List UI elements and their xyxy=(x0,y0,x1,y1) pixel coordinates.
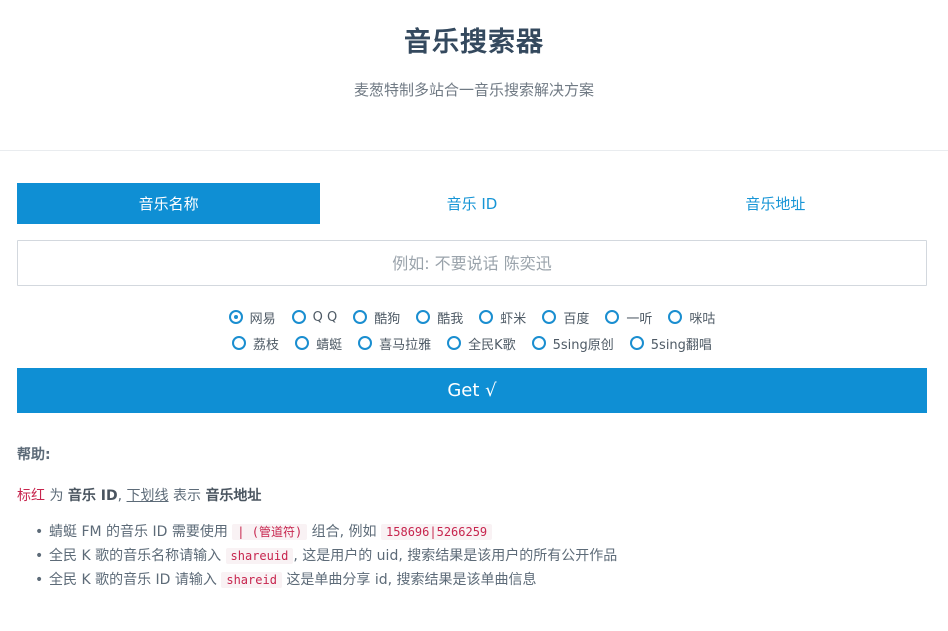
search-form: 音乐名称 音乐 ID 音乐地址 网易 Q Q 酷狗 酷我 虾米 百度 一听 咪咕 荔枝 蜻蜓 喜马… xyxy=(17,183,927,592)
radio-circle-icon[interactable] xyxy=(531,336,546,350)
radio-circle-icon[interactable] xyxy=(416,310,431,324)
search-box xyxy=(17,240,927,286)
radio-circle-icon[interactable] xyxy=(668,310,683,324)
source-radio[interactable]: 全民K歌 xyxy=(447,334,516,353)
source-radio[interactable]: 荔枝 xyxy=(232,334,279,353)
radio-circle-icon[interactable] xyxy=(232,336,247,350)
source-radio[interactable]: 5sing翻唱 xyxy=(629,334,712,353)
help-legend: 标红 为 音乐 ID, 下划线 表示 音乐地址 xyxy=(17,485,927,505)
help-item-code: | (管道符) xyxy=(232,524,308,540)
tab-music-url[interactable]: 音乐地址 xyxy=(624,183,927,224)
radio-circle-icon[interactable] xyxy=(358,336,373,350)
legend-music-url: 音乐地址 xyxy=(205,488,262,504)
source-radio-label: 咪咕 xyxy=(689,311,716,327)
tab-music-id[interactable]: 音乐 ID xyxy=(320,183,623,224)
source-radio-label: 5sing原创 xyxy=(552,337,614,353)
help-list: 蜻蜓 FM 的音乐 ID 需要使用 | (管道符) 组合, 例如 158696|… xyxy=(17,520,927,592)
radio-circle-icon[interactable] xyxy=(629,336,644,350)
radio-circle-icon[interactable] xyxy=(605,310,620,324)
source-radio[interactable]: 酷我 xyxy=(416,308,463,327)
radio-circle-icon[interactable] xyxy=(295,336,310,350)
source-radio[interactable]: 5sing原创 xyxy=(531,334,614,353)
source-radio-label: 虾米 xyxy=(500,311,527,327)
source-radio[interactable]: 一听 xyxy=(605,308,652,327)
get-button[interactable]: Get √ xyxy=(17,368,927,413)
legend-sep: , xyxy=(117,488,127,504)
legend-red-text: 标红 xyxy=(17,488,45,504)
page-subtitle: 麦葱特制多站合一音乐搜索解决方案 xyxy=(353,81,594,99)
source-radio[interactable]: 咪咕 xyxy=(668,308,715,327)
source-radio[interactable]: 喜马拉雅 xyxy=(358,334,431,353)
help-item-text: , 这是用户的 uid, 搜索结果是该用户的所有公开作品 xyxy=(293,548,618,564)
help-item-text: 全民 K 歌的音乐名称请输入 xyxy=(49,548,226,564)
radio-circle-icon[interactable] xyxy=(291,310,306,324)
help-item: 蜻蜓 FM 的音乐 ID 需要使用 | (管道符) 组合, 例如 158696|… xyxy=(35,520,927,544)
source-radio-label: 喜马拉雅 xyxy=(379,337,432,353)
source-radio-label: 荔枝 xyxy=(253,337,280,353)
source-radio-label: 蜻蜓 xyxy=(316,337,343,353)
radio-circle-icon[interactable] xyxy=(447,336,462,350)
page-header: 音乐搜索器 麦葱特制多站合一音乐搜索解决方案 xyxy=(0,0,948,151)
source-row-1: 网易 Q Q 酷狗 酷我 虾米 百度 一听 咪咕 xyxy=(17,304,927,330)
source-radio[interactable]: 酷狗 xyxy=(353,308,400,327)
legend-underline-text: 下划线 xyxy=(126,488,169,504)
help-item-text: 蜻蜓 FM 的音乐 ID 需要使用 xyxy=(49,524,233,540)
source-radio[interactable]: 蜻蜓 xyxy=(295,334,342,353)
radio-circle-icon[interactable] xyxy=(542,310,557,324)
help-item-code: shareid xyxy=(221,572,282,588)
source-radio-label: 酷狗 xyxy=(374,311,401,327)
help-item: 全民 K 歌的音乐 ID 请输入 shareid 这是单曲分享 id, 搜索结果… xyxy=(35,568,927,592)
legend-means-text: 表示 xyxy=(168,488,206,504)
source-radio-group: 网易 Q Q 酷狗 酷我 虾米 百度 一听 咪咕 荔枝 蜻蜓 喜马拉雅 全民K歌 5sing原创 5si… xyxy=(17,304,927,356)
source-radio-label: 一听 xyxy=(626,311,653,327)
source-radio-label: 网易 xyxy=(249,311,276,327)
tab-music-name[interactable]: 音乐名称 xyxy=(17,183,321,224)
radio-circle-icon[interactable] xyxy=(228,310,243,324)
help-item-code: shareuid xyxy=(225,548,294,564)
source-radio-label: 5sing翻唱 xyxy=(650,337,712,353)
source-radio[interactable]: 虾米 xyxy=(479,308,526,327)
source-radio[interactable]: 网易 xyxy=(228,308,276,327)
help-item-text: 这是单曲分享 id, 搜索结果是该单曲信息 xyxy=(281,572,537,588)
search-input[interactable] xyxy=(18,241,926,285)
help-section: 帮助: 标红 为 音乐 ID, 下划线 表示 音乐地址 蜻蜓 FM 的音乐 ID… xyxy=(17,444,927,592)
legend-is-text: 为 xyxy=(45,488,68,504)
source-radio[interactable]: Q Q xyxy=(291,309,338,325)
help-item-code: 158696|5266259 xyxy=(381,524,493,540)
source-radio-label: 百度 xyxy=(563,311,590,327)
help-item-text: 组合, 例如 xyxy=(307,524,382,540)
search-type-tabs: 音乐名称 音乐 ID 音乐地址 xyxy=(17,183,927,224)
page-title: 音乐搜索器 xyxy=(404,27,544,58)
source-radio-label: 全民K歌 xyxy=(468,337,516,353)
help-title: 帮助: xyxy=(17,447,51,463)
help-item-text: 全民 K 歌的音乐 ID 请输入 xyxy=(49,572,222,588)
radio-circle-icon[interactable] xyxy=(479,310,494,324)
source-radio-label: Q Q xyxy=(312,309,338,325)
source-radio[interactable]: 百度 xyxy=(542,308,589,327)
source-row-2: 荔枝 蜻蜓 喜马拉雅 全民K歌 5sing原创 5sing翻唱 xyxy=(17,330,927,356)
source-radio-label: 酷我 xyxy=(437,311,464,327)
legend-music-id: 音乐 ID xyxy=(67,488,118,504)
radio-circle-icon[interactable] xyxy=(353,310,368,324)
help-item: 全民 K 歌的音乐名称请输入 shareuid, 这是用户的 uid, 搜索结果… xyxy=(35,544,927,568)
